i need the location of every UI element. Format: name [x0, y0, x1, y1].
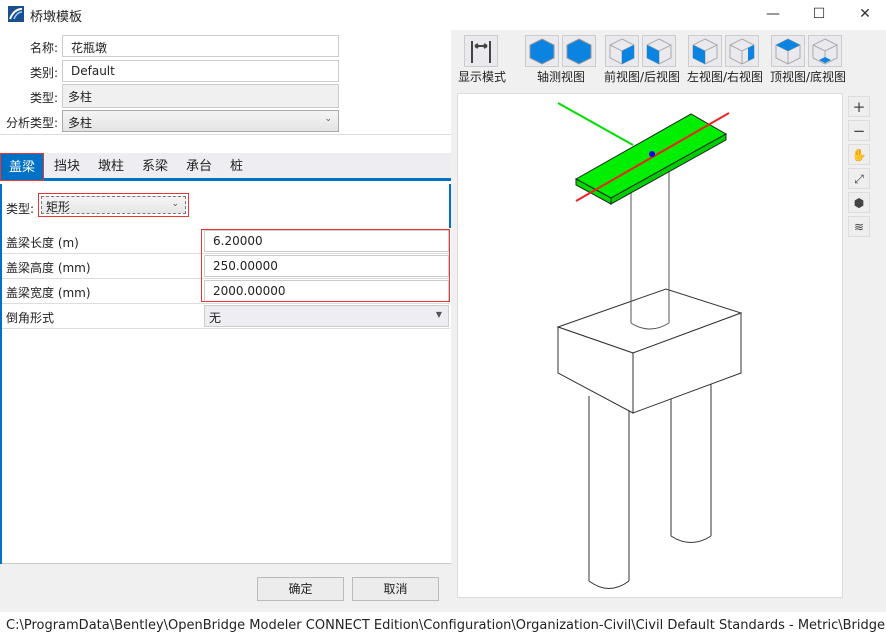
chamfer-select[interactable]: 无 ▼ [204, 305, 449, 327]
title-bar: 桥墩模板 — ☐ ✕ [0, 0, 886, 30]
tab-pile-cap[interactable]: 承台 [178, 153, 220, 181]
right-view-button[interactable] [725, 35, 759, 67]
app-logo-icon [8, 6, 24, 22]
maximize-button[interactable]: ☐ [796, 0, 842, 28]
name-input[interactable]: 花瓶墩 [62, 35, 339, 57]
chevron-down-icon: ⌄ [324, 114, 332, 124]
zoom-out-button[interactable]: − [848, 120, 870, 141]
tab-retainer[interactable]: 挡块 [46, 153, 88, 181]
divider [0, 134, 451, 135]
category-label: 类别: [29, 66, 58, 80]
pile-left [588, 396, 630, 589]
layers-icon[interactable]: ≋ [848, 216, 870, 237]
cap-type-value: 矩形 [46, 200, 71, 214]
close-button[interactable]: ✕ [842, 0, 886, 28]
cap-type-select[interactable]: 矩形 ⌄ [38, 193, 189, 217]
left-view-button[interactable] [688, 35, 722, 67]
fit-view-icon[interactable]: ⤢ [848, 168, 870, 189]
top-bottom-label: 顶视图/底视图 [770, 70, 847, 84]
property-name: 盖梁高度 (mm) [6, 261, 91, 275]
table-row: 倒角形式无 ▼ [2, 304, 450, 329]
cube-icon [529, 38, 555, 65]
wire-cube-icon [775, 38, 801, 65]
cap-type-label: 类型: [6, 202, 35, 216]
tab-column[interactable]: 墩柱 [90, 153, 132, 181]
window-title: 桥墩模板 [30, 10, 83, 25]
ok-button[interactable]: 确定 [257, 577, 344, 601]
wire-cube-icon [812, 38, 838, 65]
tab-pile[interactable]: 桩 [222, 153, 251, 181]
display-mode-icon [471, 41, 491, 63]
wire-cube-icon [692, 38, 718, 65]
tab-cap-beam[interactable]: 盖梁 [0, 153, 45, 181]
top-view-button[interactable] [771, 35, 805, 67]
wire-cube-icon [646, 38, 672, 65]
front-back-label: 前视图/后视图 [604, 70, 681, 84]
tab-bar: 盖梁 挡块 墩柱 系梁 承台 桩 [0, 153, 451, 181]
left-right-label: 左视图/右视图 [687, 70, 764, 84]
category-input[interactable]: Default [62, 60, 339, 82]
property-name: 倒角形式 [6, 311, 55, 325]
highlight-box [201, 229, 450, 302]
analysis-type-select[interactable]: 多柱 ⌄ [62, 110, 339, 132]
type-label: 类型: [29, 91, 58, 105]
display-mode-button[interactable] [464, 35, 498, 67]
display-mode-label: 显示模式 [458, 70, 507, 84]
cancel-button[interactable]: 取消 [352, 577, 439, 601]
analysis-type-value: 多柱 [68, 116, 93, 130]
name-label: 名称: [29, 41, 58, 55]
type-field: 多柱 [62, 84, 339, 108]
zoom-in-button[interactable]: + [848, 96, 870, 117]
pile-right [670, 373, 712, 543]
origin-marker [649, 151, 655, 157]
3d-viewport[interactable] [457, 93, 843, 598]
y-axis-line [557, 102, 634, 146]
status-path: C:\ProgramData\Bentley\OpenBridge Modele… [0, 614, 886, 640]
dropdown-arrow-icon: ▼ [435, 310, 442, 319]
cube-view-icon[interactable]: ⬢ [848, 192, 870, 213]
iso-view-2-button[interactable] [562, 35, 596, 67]
tab-tie-beam[interactable]: 系梁 [134, 153, 176, 181]
analysis-type-label: 分析类型: [5, 116, 58, 130]
pier-model [556, 102, 743, 589]
property-name: 盖梁长度 (m) [6, 236, 79, 250]
axonometric-label: 轴测视图 [537, 70, 586, 84]
chamfer-value: 无 [209, 311, 222, 325]
front-view-button[interactable] [605, 35, 639, 67]
minimize-button[interactable]: — [750, 0, 796, 28]
pan-hand-icon[interactable]: ✋ [848, 144, 870, 165]
bottom-view-button[interactable] [808, 35, 842, 67]
back-view-button[interactable] [642, 35, 676, 67]
property-name: 盖梁宽度 (mm) [6, 286, 91, 300]
wire-cube-icon [609, 38, 635, 65]
chevron-down-icon: ⌄ [171, 199, 179, 209]
wire-cube-icon [729, 38, 755, 65]
cube-icon [566, 38, 592, 65]
iso-view-1-button[interactable] [525, 35, 559, 67]
